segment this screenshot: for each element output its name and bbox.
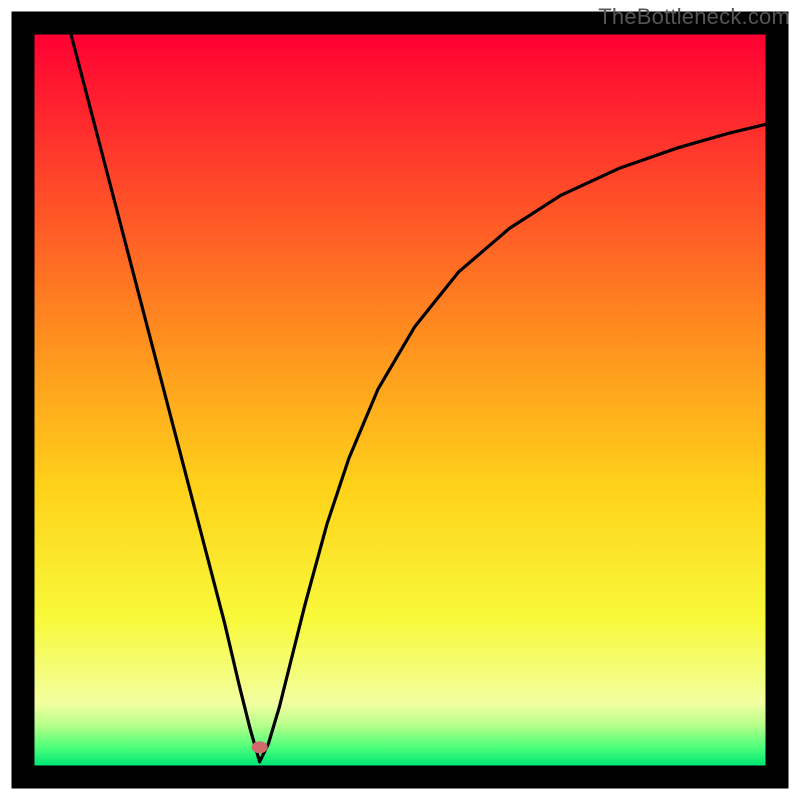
chart-background xyxy=(35,35,766,766)
watermark-text: TheBottleneck.com xyxy=(598,4,790,30)
bottleneck-chart xyxy=(0,0,800,800)
optimum-marker xyxy=(252,741,268,753)
chart-container: TheBottleneck.com xyxy=(0,0,800,800)
